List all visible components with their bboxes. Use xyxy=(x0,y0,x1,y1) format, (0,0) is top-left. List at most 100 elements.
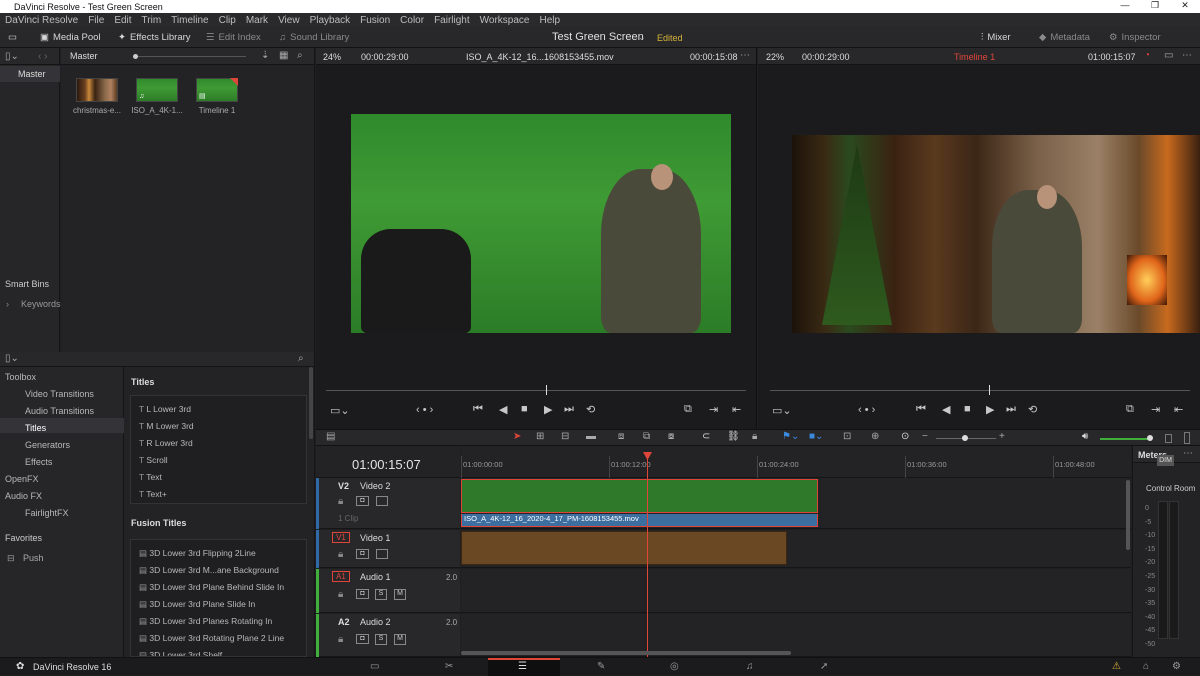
menu-item[interactable]: Workspace xyxy=(480,15,530,26)
track-id[interactable]: V2 xyxy=(338,481,349,491)
track-name[interactable]: Video 1 xyxy=(360,533,390,543)
effects-tree-item[interactable]: Generators xyxy=(25,440,70,450)
timeline-v-scrollbar[interactable] xyxy=(1126,480,1130,550)
effects-tree-item[interactable]: Toolbox xyxy=(5,372,36,382)
auto-select-icon[interactable]: ◘ xyxy=(356,496,369,506)
clip-iso-green-screen[interactable] xyxy=(461,479,818,513)
track-id[interactable]: V1 xyxy=(332,532,350,543)
auto-select-icon[interactable]: ◘ xyxy=(356,634,369,644)
deliver-page-icon[interactable]: ➚ xyxy=(820,661,828,672)
minimize-button[interactable]: — xyxy=(1110,0,1140,11)
menu-item[interactable]: Help xyxy=(539,15,560,26)
timeline-h-scrollbar[interactable] xyxy=(461,651,791,655)
title-item[interactable]: T R Lower 3rd xyxy=(139,438,193,448)
menu-item[interactable]: Playback xyxy=(310,15,351,26)
source-zoom[interactable]: 24% xyxy=(323,52,341,62)
clip-thumbnail-timeline[interactable]: ▤ xyxy=(196,78,238,102)
volume-slider[interactable] xyxy=(1100,438,1150,440)
settings-gear-icon[interactable]: ⚙ xyxy=(1172,661,1181,672)
volume-knob[interactable] xyxy=(1147,435,1153,441)
title-item[interactable]: T M Lower 3rd xyxy=(139,421,194,431)
chevron-down-icon[interactable]: ⌄ xyxy=(638,32,646,43)
back-forward-icon[interactable]: ‹ › xyxy=(38,51,47,62)
fairlight-page-icon[interactable]: ♫ xyxy=(746,661,754,672)
prev-edit-icon[interactable]: ⇤ xyxy=(732,403,741,416)
effects-tree-item[interactable]: Effects xyxy=(25,457,52,467)
zoom-detail-icon[interactable]: ⊕ xyxy=(871,431,879,442)
fusion-page-icon[interactable]: ✎ xyxy=(597,661,605,672)
stop-icon[interactable]: ■ xyxy=(964,403,971,415)
zoom-in-icon[interactable]: + xyxy=(999,431,1005,442)
fusion-title-item[interactable]: ▤ 3D Lower 3rd M...ane Background xyxy=(139,565,279,576)
search-icon[interactable]: ⌕ xyxy=(298,353,304,364)
fusion-title-item[interactable]: ▤ 3D Lower 3rd Rotating Plane 2 Line xyxy=(139,633,284,644)
effects-tree-item[interactable]: Titles xyxy=(25,423,46,433)
menu-item[interactable]: Fusion xyxy=(360,15,390,26)
timeline-ruler[interactable]: 01:00:00:00 01:00:12:00 01:00:24:00 01:00:3… xyxy=(461,446,1131,478)
auto-select-icon[interactable]: ◘ xyxy=(356,589,369,599)
track-name[interactable]: Audio 1 xyxy=(360,572,391,582)
next-edit-icon[interactable]: ⇥ xyxy=(709,403,718,416)
lock-icon[interactable]: 🔒︎ xyxy=(338,496,343,507)
track-name[interactable]: Audio 2 xyxy=(360,617,391,627)
more-options-icon[interactable]: ⋯ xyxy=(1183,448,1193,459)
skip-start-icon[interactable]: ⏮ xyxy=(916,403,926,416)
timeline-zoom[interactable]: 22% xyxy=(766,52,784,62)
selection-tool-icon[interactable]: ➤ xyxy=(513,431,521,442)
auto-select-icon[interactable]: ◘ xyxy=(356,549,369,559)
fusion-title-item[interactable]: ▤ 3D Lower 3rd Flipping 2Line xyxy=(139,548,256,559)
source-clip-name[interactable]: ISO_A_4K-12_16...1608153455.mov xyxy=(466,52,614,62)
mixer-button[interactable]: ⫶ Mixer xyxy=(981,30,1011,45)
effects-scrollbar[interactable] xyxy=(309,367,313,439)
menu-item[interactable]: File xyxy=(88,15,104,26)
metadata-button[interactable]: ◆ Metadata xyxy=(1039,30,1090,45)
marker-icon[interactable]: ■⌄ xyxy=(809,431,823,442)
overwrite-clip-icon[interactable]: ⧉ xyxy=(643,431,650,442)
menu-item[interactable]: Mark xyxy=(246,15,268,26)
next-edit-icon[interactable]: ⇥ xyxy=(1151,403,1160,416)
dim-button[interactable]: DIM xyxy=(1157,455,1174,466)
view-mode-icon[interactable]: ▦ xyxy=(279,50,288,61)
slider-knob[interactable] xyxy=(133,54,138,59)
flag-icon[interactable]: ⚑⌄ xyxy=(782,431,799,442)
timeline-viewer-playhead[interactable] xyxy=(989,385,990,395)
track-id[interactable]: A2 xyxy=(338,617,350,627)
maximize-button[interactable]: ❐ xyxy=(1140,0,1170,11)
menu-item[interactable]: Edit xyxy=(114,15,131,26)
fusion-title-item[interactable]: ▤ 3D Lower 3rd Plane Behind Slide In xyxy=(139,582,284,593)
mute-button[interactable]: M xyxy=(394,589,406,600)
stop-icon[interactable]: ■ xyxy=(521,403,528,415)
menu-item[interactable]: Trim xyxy=(142,15,162,26)
edit-index-button[interactable]: ☰ Edit Index xyxy=(206,30,261,45)
zoom-slider-knob[interactable] xyxy=(962,435,968,441)
track-name[interactable]: Video 2 xyxy=(360,481,390,491)
close-button[interactable]: ✕ xyxy=(1170,0,1200,11)
jog-icon[interactable]: ‹ • › xyxy=(416,404,433,416)
fusion-title-item[interactable]: ▤ 3D Lower 3rd Shelf xyxy=(139,650,222,656)
menu-item[interactable]: Color xyxy=(400,15,424,26)
effects-tree-item[interactable]: OpenFX xyxy=(5,474,39,484)
lock-icon[interactable]: 🔒︎ xyxy=(338,549,343,560)
blade-tool-icon[interactable]: ▬ xyxy=(586,431,596,442)
match-frame-icon[interactable]: ⧉ xyxy=(1126,403,1134,416)
mute-button[interactable]: M xyxy=(394,634,406,645)
smart-bin-keywords[interactable]: Keywords xyxy=(21,299,61,309)
source-scrubber[interactable] xyxy=(326,390,746,391)
disable-track-icon[interactable] xyxy=(376,549,388,559)
more-options-icon[interactable]: ⋯ xyxy=(740,50,750,61)
lock-icon[interactable]: 🔒︎ xyxy=(338,589,343,600)
timeline-view-icon[interactable]: ▤ xyxy=(326,431,335,442)
menu-item[interactable]: View xyxy=(278,15,300,26)
prev-edit-icon[interactable]: ⇤ xyxy=(1174,403,1183,416)
timeline-scrubber[interactable] xyxy=(770,390,1190,391)
thumbnail-size-slider[interactable] xyxy=(136,56,246,57)
effects-library-button[interactable]: ✦ Effects Library xyxy=(118,30,191,45)
clip-thumbnail-iso[interactable]: ♫ xyxy=(136,78,178,102)
play-reverse-icon[interactable]: ◀ xyxy=(499,403,507,416)
solo-button[interactable]: S xyxy=(375,634,387,645)
timeline-viewer-name[interactable]: Timeline 1 xyxy=(954,52,995,62)
jog-icon[interactable]: ‹ • › xyxy=(858,404,875,416)
track-id[interactable]: A1 xyxy=(332,571,350,582)
dynamic-trim-icon[interactable]: ⊟ xyxy=(561,431,569,442)
menu-item[interactable]: Fairlight xyxy=(434,15,470,26)
